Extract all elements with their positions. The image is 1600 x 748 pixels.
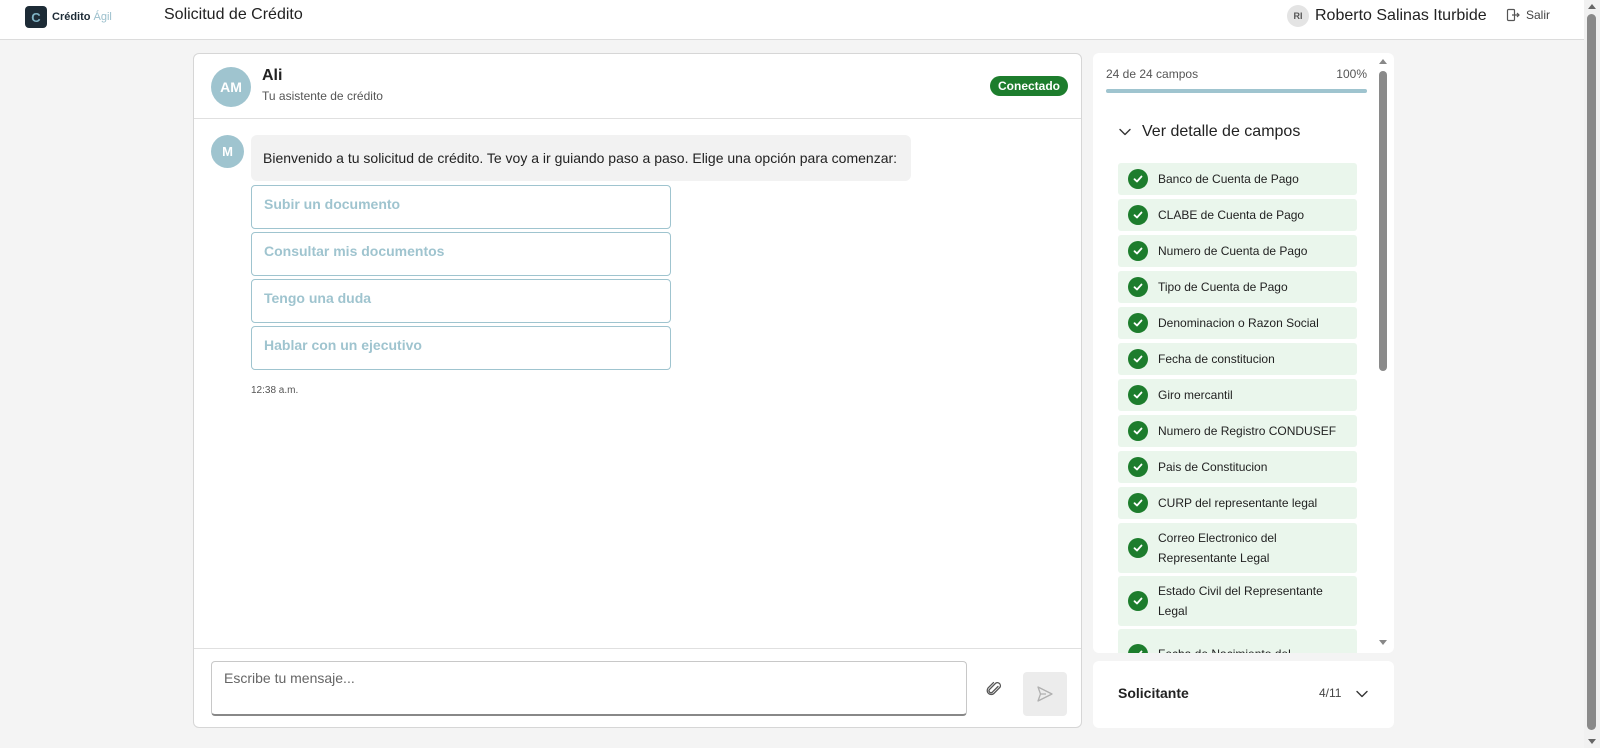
user-menu[interactable]: RI Roberto Salinas Iturbide — [1287, 5, 1487, 27]
field-item: Banco de Cuenta de Pago — [1118, 163, 1357, 195]
check-circle-icon — [1128, 644, 1148, 653]
message-bubble: Bienvenido a tu solicitud de crédito. Te… — [251, 135, 911, 181]
chevron-down-icon[interactable] — [1355, 687, 1369, 701]
check-circle-icon — [1128, 313, 1148, 333]
section-count: 4/11 — [1319, 686, 1342, 700]
check-circle-icon — [1128, 421, 1148, 441]
field-item: Estado Civil del Representante Legal — [1118, 576, 1357, 626]
field-detail-label: Ver detalle de campos — [1142, 123, 1301, 140]
field-label: Estado Civil del Representante Legal — [1158, 584, 1323, 618]
option-view-documents[interactable]: Consultar mis documentos — [251, 232, 671, 276]
page-title: Solicitud de Crédito — [164, 6, 303, 23]
progress-bar-fill — [1106, 89, 1367, 93]
user-name: Roberto Salinas Iturbide — [1315, 7, 1487, 24]
field-item: Fecha de Nacimiento del — [1118, 629, 1357, 653]
field-label: Tipo de Cuenta de Pago — [1158, 280, 1288, 294]
field-label: Fecha de constitucion — [1158, 352, 1275, 366]
scrollbar-thumb[interactable] — [1379, 71, 1387, 371]
check-circle-icon — [1128, 205, 1148, 225]
field-label: Numero de Cuenta de Pago — [1158, 244, 1308, 258]
section-panel-solicitante[interactable]: Solicitante 4/11 — [1093, 661, 1394, 728]
assistant-name: Ali — [262, 67, 283, 84]
logo-accent-text: Ágil — [93, 11, 112, 23]
field-label: Denominacion o Razon Social — [1158, 316, 1319, 330]
section-name: Solicitante — [1118, 685, 1189, 701]
chevron-down-icon — [1119, 128, 1131, 136]
field-label: Numero de Registro CONDUSEF — [1158, 424, 1337, 438]
window-scrollbar[interactable] — [1584, 0, 1600, 748]
scroll-up-icon[interactable] — [1588, 4, 1596, 9]
scroll-down-icon[interactable] — [1379, 640, 1387, 645]
logo-mark: C — [25, 6, 47, 28]
logout-icon — [1506, 8, 1520, 22]
field-label: Fecha de Nacimiento del — [1158, 644, 1291, 653]
message-avatar: M — [211, 135, 244, 168]
message-timestamp: 12:38 a.m. — [251, 385, 299, 396]
check-circle-icon — [1128, 591, 1148, 611]
assistant-avatar: AM — [211, 67, 251, 107]
field-label: CURP del representante legal — [1158, 496, 1318, 510]
option-upload-document[interactable]: Subir un documento — [251, 185, 671, 229]
check-circle-icon — [1128, 538, 1148, 558]
send-icon — [1037, 686, 1053, 702]
field-item: Giro mercantil — [1118, 379, 1357, 411]
check-circle-icon — [1128, 241, 1148, 261]
logout-label: Salir — [1526, 8, 1551, 22]
field-item: Tipo de Cuenta de Pago — [1118, 271, 1357, 303]
field-item: Numero de Cuenta de Pago — [1118, 235, 1357, 267]
field-item: Denominacion o Razon Social — [1118, 307, 1357, 339]
app-logo[interactable]: C Crédito Ágil — [25, 6, 112, 28]
field-label: Giro mercantil — [1158, 388, 1233, 402]
logo-text: Crédito — [52, 11, 91, 23]
chat-header: AM Ali Tu asistente de crédito Conectado — [194, 54, 1081, 119]
logout-button[interactable]: Salir — [1506, 8, 1550, 22]
scroll-down-icon[interactable] — [1588, 739, 1596, 744]
check-circle-icon — [1128, 169, 1148, 189]
field-item: Numero de Registro CONDUSEF — [1118, 415, 1357, 447]
check-circle-icon — [1128, 493, 1148, 513]
send-button[interactable] — [1023, 672, 1067, 716]
field-label: Banco de Cuenta de Pago — [1158, 172, 1299, 186]
progress-bar — [1106, 89, 1367, 93]
assistant-subtitle: Tu asistente de crédito — [262, 89, 383, 103]
field-item: CURP del representante legal — [1118, 487, 1357, 519]
field-item: Correo Electronico del Representante Leg… — [1118, 523, 1357, 573]
check-circle-icon — [1128, 385, 1148, 405]
field-label: CLABE de Cuenta de Pago — [1158, 208, 1305, 222]
check-circle-icon — [1128, 349, 1148, 369]
field-item: Fecha de constitucion — [1118, 343, 1357, 375]
progress-label: 24 de 24 campos — [1106, 67, 1199, 81]
fields-scrollbar[interactable] — [1376, 53, 1390, 653]
message-input[interactable] — [211, 661, 967, 716]
paperclip-icon — [986, 681, 1002, 696]
status-badge: Conectado — [990, 76, 1069, 96]
user-avatar: RI — [1287, 5, 1309, 27]
check-circle-icon — [1128, 277, 1148, 297]
check-circle-icon — [1128, 457, 1148, 477]
option-talk-executive[interactable]: Hablar con un ejecutivo — [251, 326, 671, 370]
field-detail-toggle[interactable]: Ver detalle de campos — [1118, 123, 1300, 141]
top-bar: C Crédito Ágil Solicitud de Crédito RI R… — [0, 0, 1584, 40]
option-question[interactable]: Tengo una duda — [251, 279, 671, 323]
field-item: CLABE de Cuenta de Pago — [1118, 199, 1357, 231]
field-item: Pais de Constitucion — [1118, 451, 1357, 483]
fields-progress-panel: 24 de 24 campos 100% Ver detalle de camp… — [1093, 53, 1394, 653]
progress-percent: 100% — [1336, 67, 1367, 81]
attach-button[interactable] — [982, 677, 1006, 701]
scrollbar-thumb[interactable] — [1587, 14, 1596, 730]
scroll-up-icon[interactable] — [1379, 59, 1387, 64]
field-label: Pais de Constitucion — [1158, 460, 1268, 474]
chat-panel: AM Ali Tu asistente de crédito Conectado… — [193, 53, 1082, 728]
field-label: Correo Electronico del Representante Leg… — [1158, 531, 1277, 565]
chat-composer — [194, 648, 1081, 729]
